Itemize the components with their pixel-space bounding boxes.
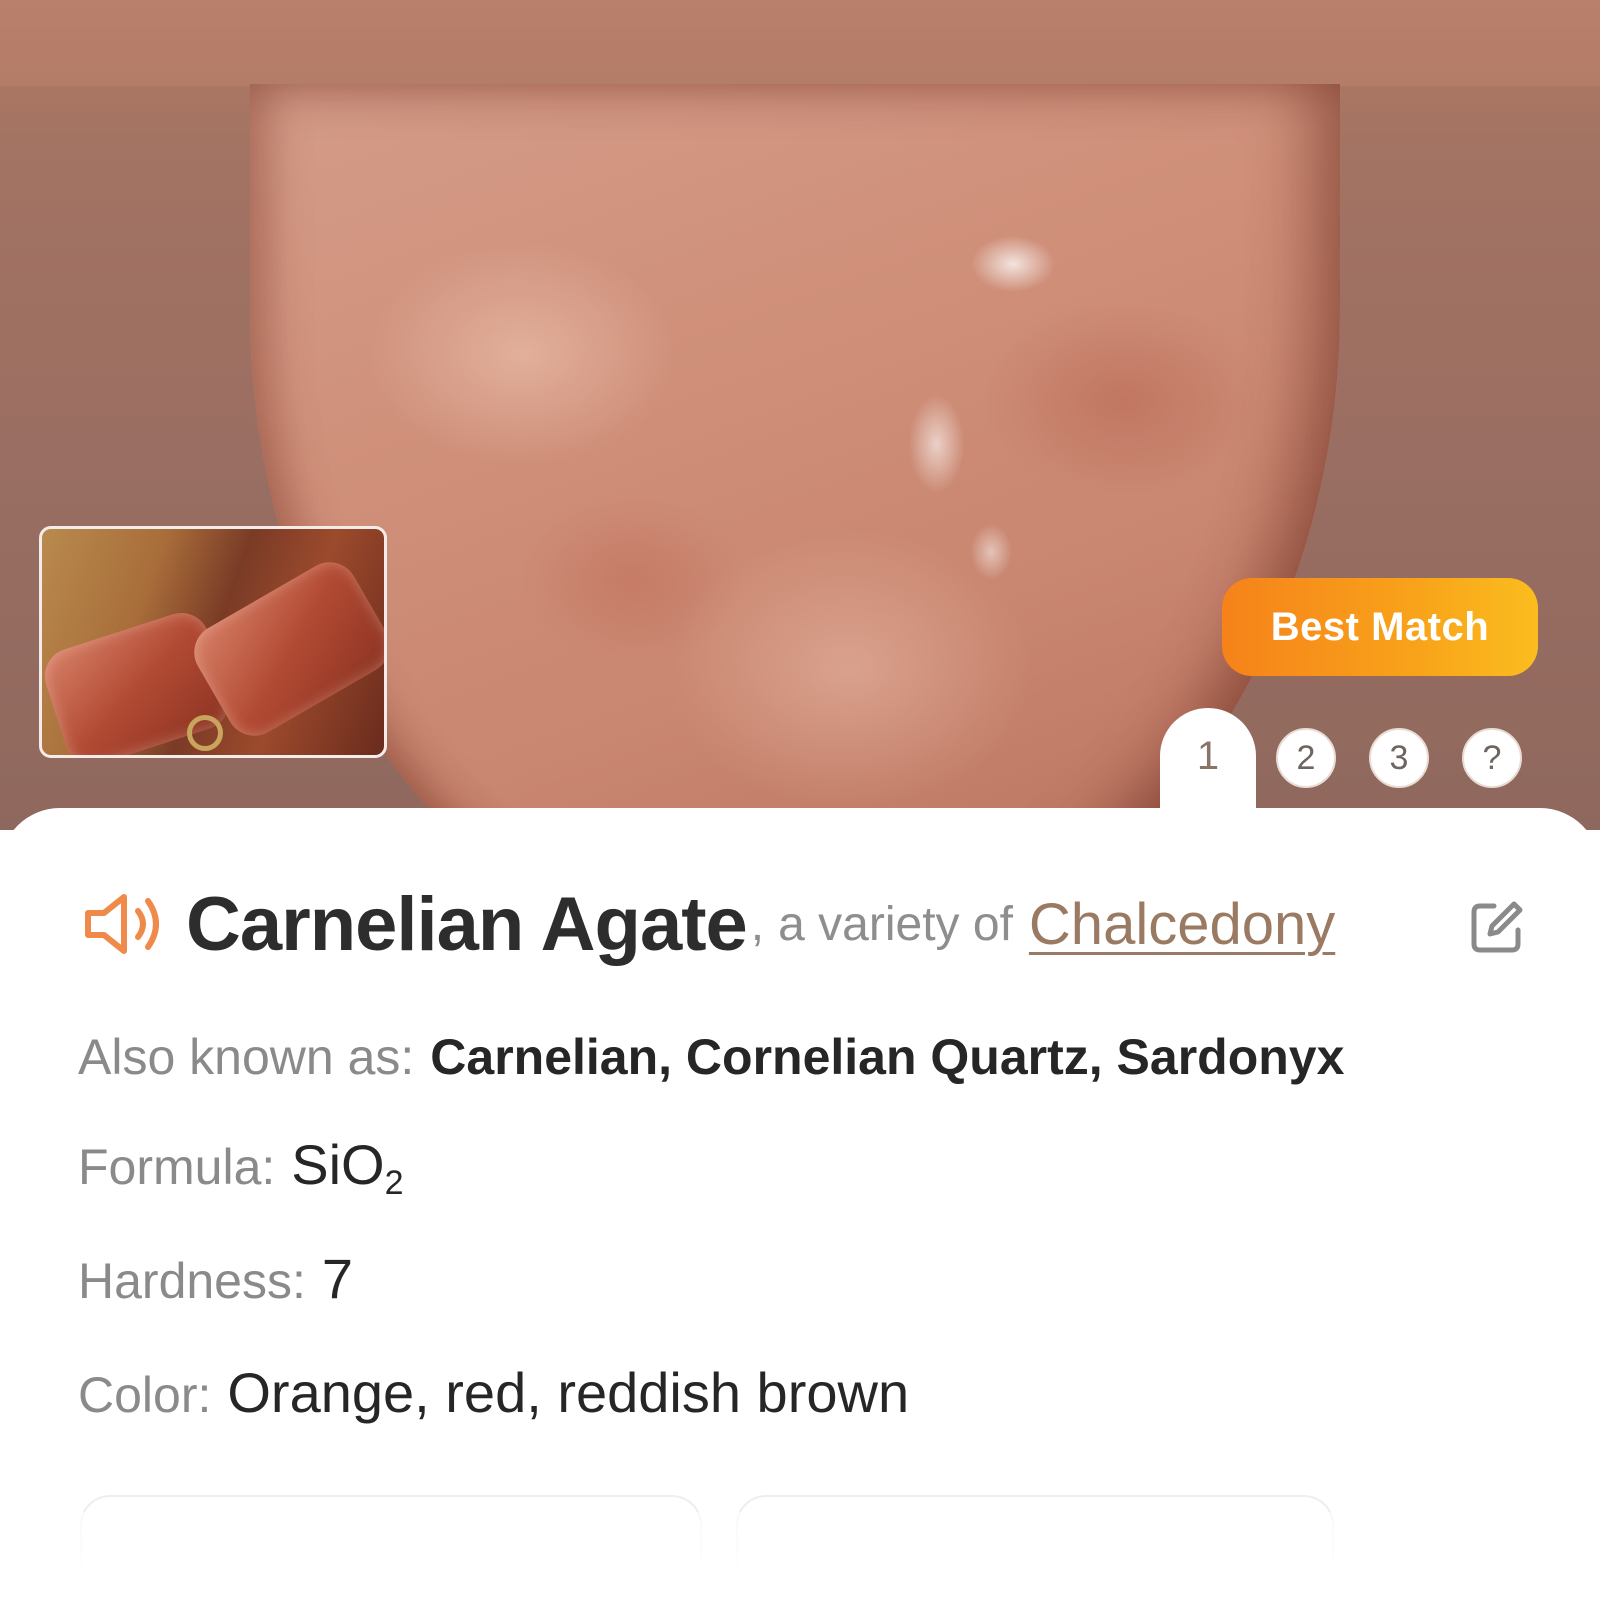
result-tab-unknown[interactable]: ? [1462,728,1522,788]
thumbnail-clasp [187,715,223,751]
edit-icon[interactable] [1468,898,1526,956]
species-name: Carnelian Agate [186,881,748,967]
variety-prefix: a variety of [778,897,1013,951]
hardness-label: Hardness: [78,1253,306,1309]
result-tab-2[interactable]: 2 [1276,728,1336,788]
identification-result-screen: Best Match 1 2 3 ? Carnelian Agate , a v… [0,0,1600,1600]
parent-species-link[interactable]: Chalcedony [1029,891,1335,958]
formula-main: SiO [291,1133,385,1196]
result-tab-1[interactable]: 1 [1160,708,1256,833]
formula-label: Formula: [78,1139,276,1195]
title-separator: , [750,897,765,951]
best-match-badge: Best Match [1222,578,1538,676]
bottom-fade [0,1512,1600,1600]
result-tab-3[interactable]: 3 [1369,728,1429,788]
color-label: Color: [78,1367,212,1423]
also-known-as-value: Carnelian, Cornelian Quartz, Sardonyx [430,1029,1345,1085]
also-known-as-label: Also known as: [78,1029,415,1085]
also-known-as-row: Also known as: Carnelian, Cornelian Quar… [78,1028,1344,1098]
formula-subscript: 2 [384,1164,404,1202]
reference-thumbnail[interactable] [39,526,387,758]
formula-value: SiO2 [291,1132,403,1203]
hardness-value: 7 [321,1247,354,1310]
color-value: Orange, red, reddish brown [227,1361,910,1424]
photo-top-band [0,0,1600,86]
speaker-icon[interactable] [82,889,166,959]
color-row: Color: Orange, red, reddish brown [78,1360,909,1430]
species-title-row: Carnelian Agate , a variety of Chalcedon… [82,876,1542,972]
hardness-row: Hardness: 7 [78,1246,353,1316]
formula-row: Formula: SiO2 [78,1132,404,1202]
